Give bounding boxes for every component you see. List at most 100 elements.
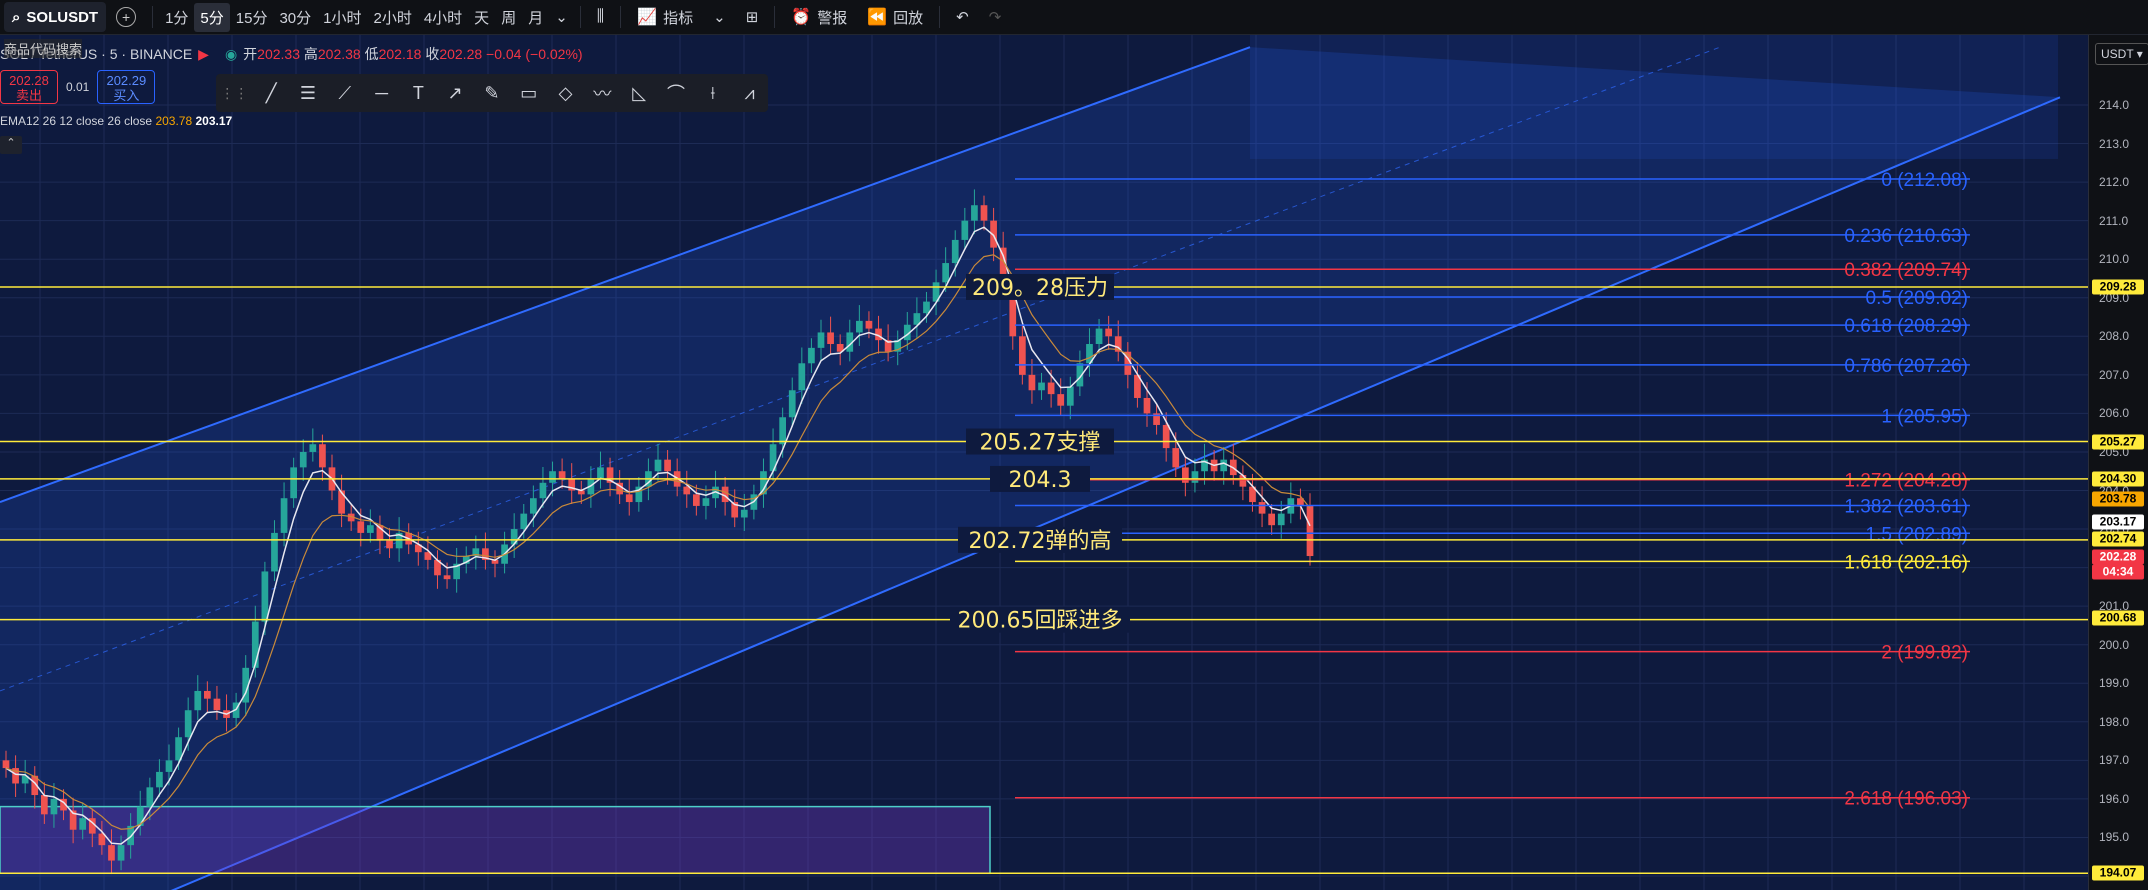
candle-body xyxy=(740,509,748,518)
indicators-button[interactable]: 📈 指标 xyxy=(627,7,703,28)
chevron-down-icon[interactable]: ⌄ xyxy=(549,4,574,30)
key-level-label: 205.27支撑 xyxy=(980,431,1101,456)
currency-selector[interactable]: USDT ▾ xyxy=(2095,43,2148,65)
spread-value: 0.01 xyxy=(66,80,90,94)
ema-label: EMA12 26 12 close 26 close xyxy=(0,114,153,128)
symbol-selector[interactable]: ⌕ SOLUSDT xyxy=(4,2,107,32)
candle-body xyxy=(1038,382,1045,391)
timeframe-day[interactable]: 天 xyxy=(468,3,495,32)
price-tag: 203.17 xyxy=(2092,514,2144,530)
candle-body xyxy=(683,486,691,495)
fib-level-label: 1.618 (202.16) xyxy=(1844,552,1968,573)
price-tag: 204.30 xyxy=(2092,471,2144,487)
chevron-down-icon[interactable]: ⌄ xyxy=(703,8,736,26)
candle-body xyxy=(549,471,556,483)
candle-style-button[interactable]: ⫼ xyxy=(587,8,614,26)
drawing-toolbar: ⋮⋮ ╱ ☰ ⟋ ─ T ↗ ✎ ▭ ◇ 〰 ◺ ⌒ ⟊ ⩘ xyxy=(216,74,768,112)
timeframe-2h[interactable]: 2小时 xyxy=(367,3,417,32)
brush-icon[interactable]: ✎ xyxy=(474,83,511,104)
key-level-label: 202.72弹的高 xyxy=(969,529,1112,554)
timeframe-week[interactable]: 周 xyxy=(495,3,522,32)
timeframe-4h[interactable]: 4小时 xyxy=(418,3,468,32)
fib-level-label: 0.618 (208.29) xyxy=(1844,316,1968,337)
pattern-icon[interactable]: 〰 xyxy=(584,80,621,106)
alarm-icon: ⏰ xyxy=(791,9,812,26)
rewind-icon: ⏪ xyxy=(867,9,888,26)
price-tag: 205.27 xyxy=(2092,434,2144,450)
drag-handle-icon[interactable]: ⋮⋮ xyxy=(216,85,253,102)
candle-body xyxy=(1105,328,1113,337)
ema12-value: 203.78 xyxy=(155,114,193,128)
price-tag: 200.68 xyxy=(2092,610,2144,626)
candle-body xyxy=(1277,513,1285,526)
text-icon[interactable]: T xyxy=(400,83,437,104)
candle-body xyxy=(817,332,825,348)
candle-body xyxy=(79,818,87,830)
candle-body xyxy=(213,698,221,711)
replay-label: 回放 xyxy=(893,9,924,27)
ray-icon[interactable]: ⟋ xyxy=(326,83,363,104)
axis-tick-label: 207.0 xyxy=(2099,367,2130,382)
toolbar-divider xyxy=(774,6,776,28)
layouts-icon[interactable]: ⊞ xyxy=(736,8,769,26)
candle-body xyxy=(539,482,547,499)
candle-body xyxy=(788,390,796,418)
timeframe-month[interactable]: 月 xyxy=(522,3,549,32)
candle-body xyxy=(597,467,604,479)
sell-button[interactable]: 202.28 卖出 xyxy=(0,70,58,104)
fib-level-label: 0.236 (210.63) xyxy=(1844,226,1968,247)
measure-icon[interactable]: ⟊ xyxy=(694,83,731,104)
status-dot-icon: ◉ xyxy=(224,45,238,62)
open-value: 202.33 xyxy=(257,46,300,62)
candle-body xyxy=(692,494,700,506)
candle-body xyxy=(184,710,192,738)
redo-icon[interactable]: ↷ xyxy=(979,8,1012,26)
toolbar-divider xyxy=(152,6,154,28)
price-chart[interactable]: 0 (212.08) 0.236 (210.63) 0.382 (209.74) 0.… xyxy=(0,35,2088,890)
timeframe-5m[interactable]: 5分 xyxy=(194,2,230,32)
candle-body xyxy=(971,205,978,221)
price-tag: 194.07 xyxy=(2092,865,2144,881)
horizontal-line-icon[interactable]: ─ xyxy=(363,83,400,104)
candle-body xyxy=(1018,336,1026,375)
curve-icon[interactable]: ⌒ xyxy=(658,80,695,106)
price-tag: 202.28 xyxy=(2092,549,2144,565)
trend-line-icon[interactable]: ╱ xyxy=(253,83,290,104)
candle-body xyxy=(1306,505,1314,557)
timeframe-1m[interactable]: 1分 xyxy=(159,3,194,32)
ema26-value: 203.17 xyxy=(195,114,233,128)
timeframe-1h[interactable]: 1小时 xyxy=(317,3,367,32)
buy-button[interactable]: 202.29 买入 xyxy=(97,70,156,104)
candle-body xyxy=(664,459,671,472)
alert-button[interactable]: ⏰ 警报 xyxy=(781,7,857,28)
arrow-icon[interactable]: ↗ xyxy=(437,83,474,104)
replay-button[interactable]: ⏪ 回放 xyxy=(857,7,933,28)
add-symbol-icon[interactable]: + xyxy=(116,7,137,27)
fib-level-label: 2.618 (196.03) xyxy=(1844,789,1968,810)
path-icon[interactable]: ◇ xyxy=(547,83,584,104)
undo-icon[interactable]: ↶ xyxy=(946,8,979,26)
timeframe-15m[interactable]: 15分 xyxy=(230,3,274,32)
collapse-legend-icon[interactable]: ⌃ xyxy=(0,136,22,154)
candle-body xyxy=(319,444,326,468)
sell-price: 202.28 xyxy=(9,73,49,88)
toolbar-divider xyxy=(620,6,622,28)
buy-price: 202.29 xyxy=(106,73,147,88)
fib-level-label: 1.5 (202.89) xyxy=(1866,524,1968,545)
toolbar-divider xyxy=(939,6,941,28)
price-axis[interactable]: USDT ▾ 214.0 213.0 212.0 211.0 210.0 209.0 208… xyxy=(2088,35,2148,890)
elliott-wave-icon[interactable]: ⩘ xyxy=(731,83,768,104)
fib-level-label: 0.382 (209.74) xyxy=(1844,260,1968,281)
candle-body xyxy=(108,845,115,861)
price-tag: 202.74 xyxy=(2092,531,2144,547)
fib-retracement-icon[interactable]: ☰ xyxy=(290,83,327,104)
fib-level-label: 2 (199.82) xyxy=(1881,643,1968,664)
demand-zone-box xyxy=(0,805,991,875)
candle-body xyxy=(261,571,269,622)
candle-body xyxy=(1258,502,1266,514)
candle-body xyxy=(779,417,787,445)
timeframe-30m[interactable]: 30分 xyxy=(273,3,317,32)
candle-body xyxy=(194,690,202,711)
triangle-icon[interactable]: ◺ xyxy=(621,83,658,104)
rectangle-icon[interactable]: ▭ xyxy=(510,83,547,104)
